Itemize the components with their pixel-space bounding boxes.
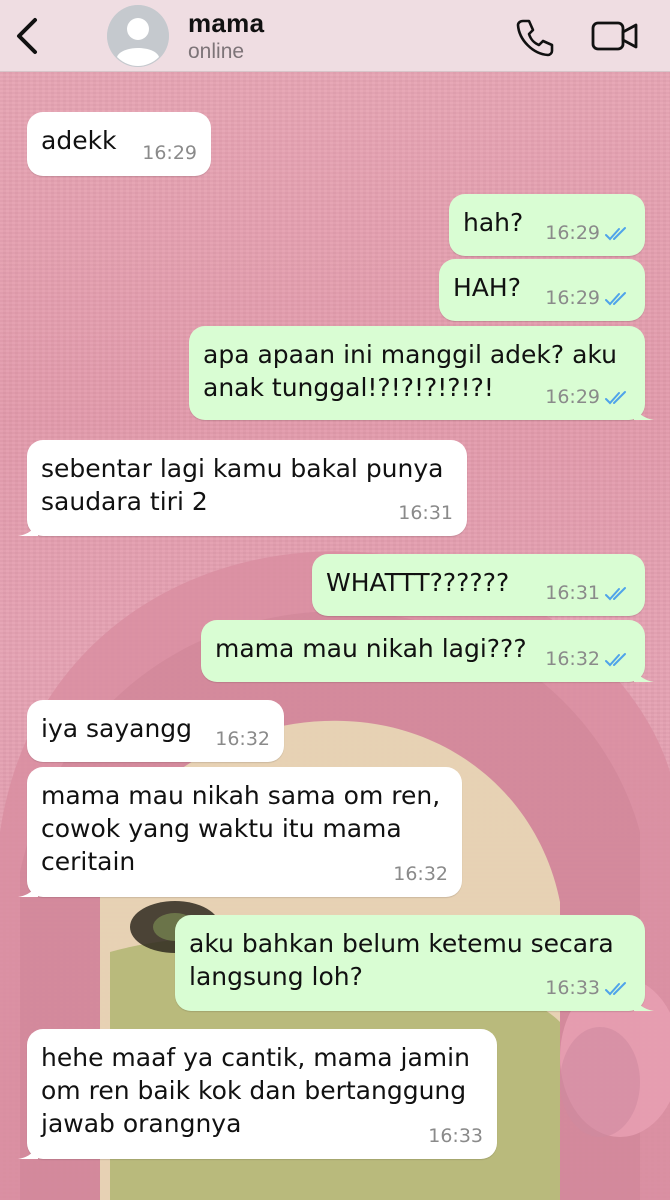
message-bubble-outgoing[interactable]: aku bahkan belum ketemu secara langsung … [175, 915, 654, 1011]
bubble-tail [634, 664, 654, 682]
message-bubble-outgoing[interactable]: hah? 16:29 [449, 194, 645, 256]
message-time: 16:31 [398, 502, 453, 524]
message-bubble-outgoing[interactable]: apa apaan ini manggil adek? aku anak tun… [189, 326, 654, 420]
message-bubble-incoming[interactable]: iya sayangg 16:32 [27, 700, 284, 762]
double-check-read-icon [605, 981, 626, 995]
message-bubble-incoming[interactable]: mama mau nikah sama om ren, cowok yang w… [18, 767, 462, 897]
message-time: 16:32 [545, 648, 600, 670]
message-time: 16:29 [545, 287, 600, 309]
message-bubble-incoming[interactable]: hehe maaf ya cantik, mama jamin om ren b… [18, 1029, 497, 1159]
video-camera-icon [591, 21, 638, 51]
chat-header: mama online [0, 0, 670, 72]
bubble-tail [634, 402, 654, 420]
default-avatar-icon [107, 5, 169, 67]
message-bubble-outgoing[interactable]: WHATTT?????? 16:31 [312, 554, 645, 616]
message-time: 16:32 [393, 863, 448, 885]
bubble-tail [18, 879, 38, 897]
contact-avatar[interactable] [107, 5, 169, 67]
message-time: 16:29 [545, 222, 600, 244]
message-time: 16:31 [545, 582, 600, 604]
message-bubble-incoming[interactable]: sebentar lagi kamu bakal punya saudara t… [18, 440, 467, 536]
message-time: 16:29 [142, 142, 197, 164]
chevron-left-icon [17, 18, 37, 54]
message-bubble-outgoing[interactable]: mama mau nikah lagi??? 16:32 [201, 620, 654, 682]
contact-status: online [188, 40, 245, 63]
double-check-read-icon [605, 390, 626, 404]
bubble-tail [18, 518, 38, 536]
double-check-read-icon [605, 586, 626, 600]
message-bubble-outgoing[interactable]: HAH? 16:29 [439, 259, 645, 321]
double-check-read-icon [605, 652, 626, 666]
video-call-button[interactable] [590, 18, 640, 54]
voice-call-button[interactable] [514, 16, 556, 58]
double-check-read-icon [605, 226, 626, 240]
back-button[interactable] [10, 14, 46, 58]
bubble-tail [18, 1141, 38, 1159]
bubble-tail [634, 993, 654, 1011]
message-text: sebentar lagi kamu bakal punya saudara t… [41, 454, 444, 516]
message-text: mama mau nikah sama om ren, cowok yang w… [41, 781, 441, 876]
message-bubble-incoming[interactable]: adekk 16:29 [27, 112, 211, 176]
message-time: 16:33 [545, 977, 600, 999]
message-time: 16:29 [545, 386, 600, 408]
double-check-read-icon [605, 291, 626, 305]
message-time: 16:33 [428, 1125, 483, 1147]
phone-icon [516, 19, 554, 57]
message-time: 16:32 [215, 728, 270, 750]
contact-name[interactable]: mama [188, 8, 264, 39]
message-text: hehe maaf ya cantik, mama jamin om ren b… [41, 1043, 470, 1138]
